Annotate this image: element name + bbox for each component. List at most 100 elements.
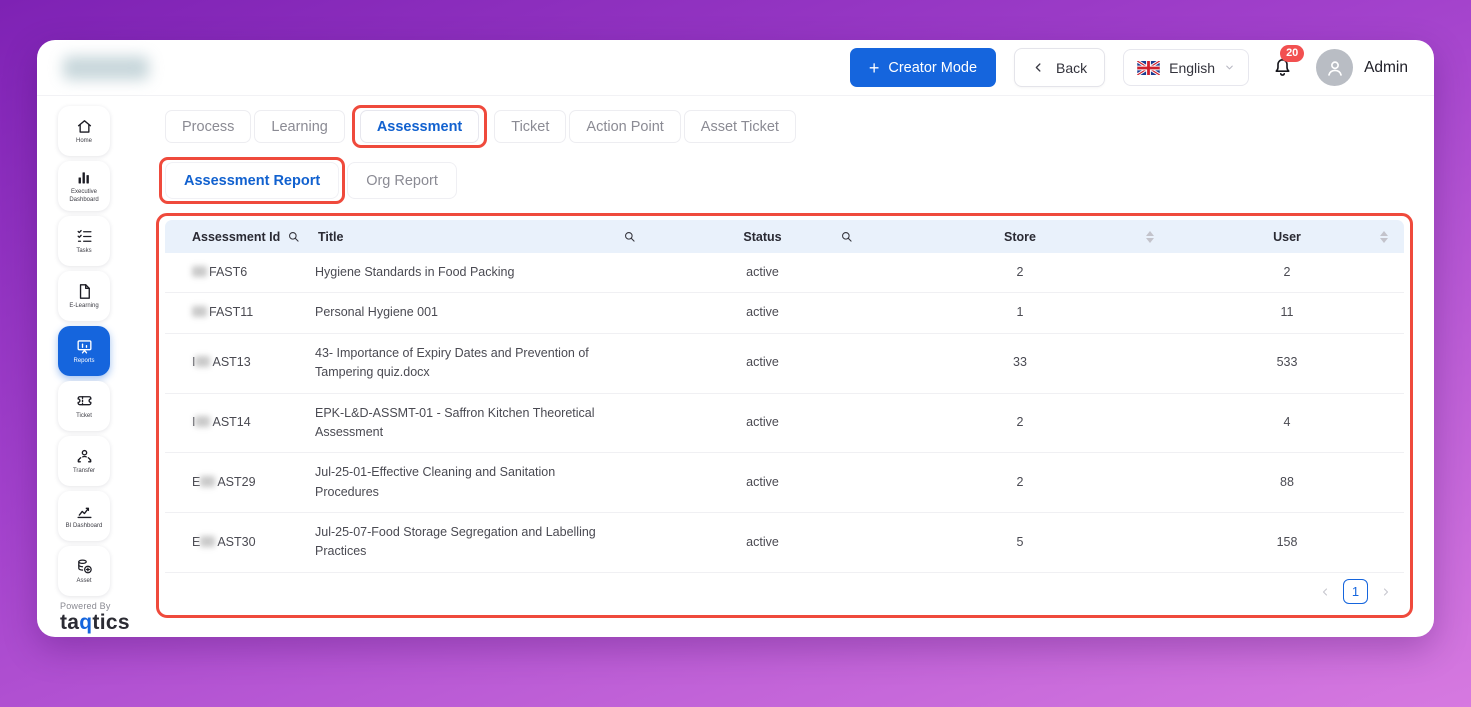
tab-assessment[interactable]: Assessment [360,110,479,143]
tab-action-point[interactable]: Action Point [569,110,680,143]
store-cell: 2 [870,463,1170,502]
reports-icon [75,337,94,356]
sidebar-item-transfer[interactable]: Transfer [58,436,110,486]
assessment-report-table: Assessment Id Title Status [165,220,1404,611]
sidebar-item-label: Home [74,138,94,146]
notification-count-badge: 20 [1280,45,1304,62]
sidebar-item-bi-dashboard[interactable]: BI Dashboard [58,491,110,541]
main-content: Process Learning Assessment Ticket Actio… [138,96,1434,637]
title-cell: Personal Hygiene 001 [315,293,655,332]
assessment-id-cell: EAST29 [165,463,315,502]
app-window: + Creator Mode Back [37,40,1434,637]
sidebar-item-label: Reports [71,358,96,366]
sidebar-item-asset[interactable]: Asset [58,546,110,596]
user-cell: 88 [1170,463,1404,502]
tasks-icon [75,227,94,246]
tab-asset-ticket[interactable]: Asset Ticket [684,110,796,143]
status-cell: active [655,293,870,332]
redacted-text [192,266,207,277]
store-cell: 2 [870,403,1170,442]
sidebar-item-label: Ticket [74,413,94,421]
assessment-id-cell: FAST11 [165,293,315,332]
status-cell: active [655,523,870,562]
user-name: Admin [1364,59,1408,77]
tab-ticket[interactable]: Ticket [494,110,566,143]
sidebar-item-ticket[interactable]: Ticket [58,381,110,431]
table-header: Assessment Id Title Status [165,220,1404,253]
table-row[interactable]: EAST30 Jul-25-07-Food Storage Segregatio… [165,513,1404,573]
status-cell: active [655,253,870,292]
redacted-text [195,356,210,367]
language-selector[interactable]: English [1123,49,1249,86]
table-row[interactable]: IAST14 EPK-L&D-ASSMT-01 - Saffron Kitche… [165,394,1404,454]
assessment-id-cell: IAST14 [165,403,315,442]
sidebar-item-label: Asset [74,578,93,586]
pagination-prev-icon[interactable] [1319,586,1331,598]
e-learning-icon [75,282,94,301]
search-icon[interactable] [623,230,637,244]
back-label: Back [1056,60,1087,76]
store-cell: 1 [870,293,1170,332]
asset-icon [75,557,94,576]
report-tabs: Process Learning Assessment Ticket Actio… [165,110,1408,143]
pagination-page-1[interactable]: 1 [1343,579,1368,604]
sidebar: Home Executive Dashboard Tasks E-Learnin… [37,96,138,637]
user-menu[interactable]: Admin [1316,49,1408,86]
company-logo [63,56,149,80]
language-label: English [1169,60,1215,76]
column-header-status: Status [743,230,781,244]
sidebar-item-label: BI Dashboard [64,523,105,531]
tab-process[interactable]: Process [165,110,251,143]
assessment-id-cell: IAST13 [165,343,315,382]
table-row[interactable]: FAST11 Personal Hygiene 001 active 1 11 [165,293,1404,333]
user-cell: 158 [1170,523,1404,562]
creator-mode-button[interactable]: + Creator Mode [850,48,996,87]
table-row[interactable]: FAST6 Hygiene Standards in Food Packing … [165,253,1404,293]
sidebar-item-label: Tasks [74,248,93,256]
sidebar-item-label: Transfer [71,468,97,476]
subtab-org-report[interactable]: Org Report [347,162,457,199]
home-icon [75,117,94,136]
column-header-assessment-id: Assessment Id [192,230,280,244]
creator-mode-label: Creator Mode [888,60,977,76]
sidebar-item-tasks[interactable]: Tasks [58,216,110,266]
table-row[interactable]: IAST13 43- Importance of Expiry Dates an… [165,334,1404,394]
back-button[interactable]: Back [1014,48,1105,87]
transfer-icon [75,447,94,466]
ticket-icon [75,392,94,411]
topbar: + Creator Mode Back [37,40,1434,96]
avatar [1316,49,1353,86]
sidebar-item-executive-dashboard[interactable]: Executive Dashboard [58,161,110,211]
executive-dashboard-icon [75,168,94,187]
store-cell: 33 [870,343,1170,382]
sort-icon[interactable] [1380,231,1388,243]
title-cell: Jul-25-01-Effective Cleaning and Sanitat… [315,453,655,512]
search-icon[interactable] [287,230,301,244]
sidebar-item-label: Executive Dashboard [58,189,110,204]
sidebar-item-reports[interactable]: Reports [58,326,110,376]
sidebar-item-e-learning[interactable]: E-Learning [58,271,110,321]
notifications-bell[interactable]: 20 [1271,56,1294,79]
chevron-down-icon [1224,62,1235,73]
assessment-id-cell: FAST6 [165,253,315,292]
plus-icon: + [869,59,880,77]
assessment-id-cell: EAST30 [165,523,315,562]
sort-icon[interactable] [1146,231,1154,243]
pagination-next-icon[interactable] [1380,586,1392,598]
title-cell: Jul-25-07-Food Storage Segregation and L… [315,513,655,572]
column-header-title: Title [318,230,343,244]
sidebar-item-home[interactable]: Home [58,106,110,156]
title-cell: Hygiene Standards in Food Packing [315,253,655,292]
taqtics-logo: taqtics [60,611,138,634]
bi-dashboard-icon [75,502,94,521]
user-cell: 4 [1170,403,1404,442]
uk-flag-icon [1137,61,1160,75]
title-cell: EPK-L&D-ASSMT-01 - Saffron Kitchen Theor… [315,394,655,453]
report-subtabs: Assessment Report Org Report [165,162,1408,199]
title-cell: 43- Importance of Expiry Dates and Preve… [315,334,655,393]
search-icon[interactable] [840,230,854,244]
table-row[interactable]: EAST29 Jul-25-01-Effective Cleaning and … [165,453,1404,513]
tab-learning[interactable]: Learning [254,110,344,143]
subtab-assessment-report[interactable]: Assessment Report [165,162,339,199]
status-cell: active [655,463,870,502]
